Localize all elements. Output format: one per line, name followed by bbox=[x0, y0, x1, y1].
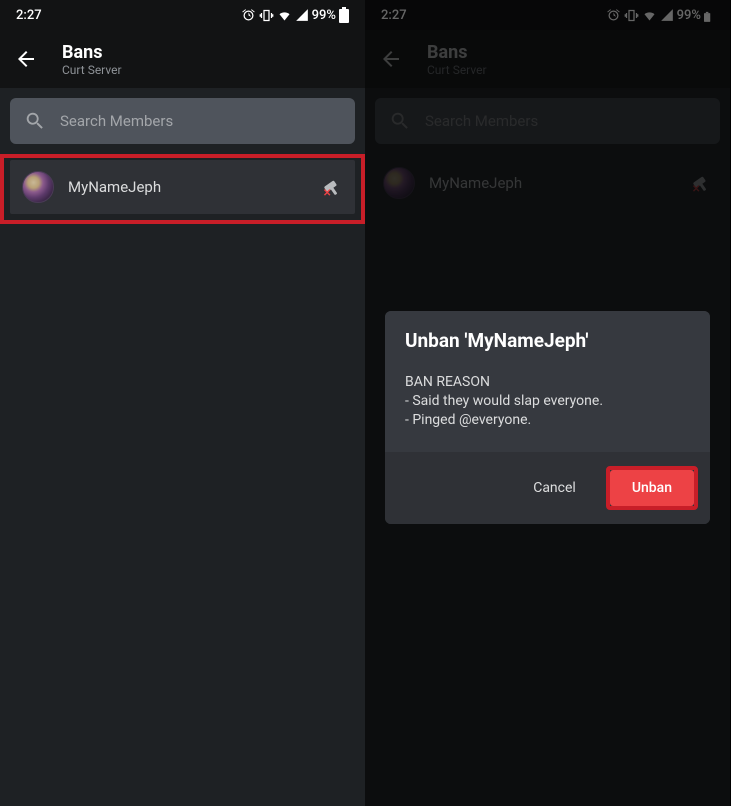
ban-reason-line: - Pinged @everyone. bbox=[405, 411, 690, 430]
modal-body: BAN REASON - Said they would slap everyo… bbox=[385, 370, 710, 452]
phone-left: 2:27 99% Bans Curt Server Search Members… bbox=[0, 0, 365, 806]
ban-hammer-icon[interactable]: ✕ bbox=[319, 175, 343, 199]
banned-member-row[interactable]: MyNameJeph ✕ bbox=[10, 160, 355, 214]
battery-icon bbox=[339, 7, 349, 23]
cancel-button[interactable]: Cancel bbox=[519, 470, 590, 506]
unban-button-highlight: Unban bbox=[606, 466, 698, 510]
alarm-icon bbox=[241, 8, 256, 23]
search-icon bbox=[24, 110, 46, 132]
modal-header: Unban 'MyNameJeph' bbox=[385, 311, 710, 370]
page-subtitle: Curt Server bbox=[62, 63, 122, 77]
modal-footer: Cancel Unban bbox=[385, 452, 710, 524]
status-indicators: 99% bbox=[241, 7, 349, 23]
member-name: MyNameJeph bbox=[68, 178, 305, 196]
battery-pct: 99% bbox=[312, 8, 336, 23]
phone-right: 2:27 99% Bans Curt Server Search Members bbox=[365, 0, 730, 806]
search-placeholder: Search Members bbox=[60, 112, 173, 130]
avatar bbox=[22, 171, 54, 203]
signal-icon bbox=[295, 8, 309, 22]
ban-reason-label: BAN REASON bbox=[405, 374, 690, 390]
unban-modal: Unban 'MyNameJeph' BAN REASON - Said the… bbox=[385, 311, 710, 524]
unban-button[interactable]: Unban bbox=[610, 470, 694, 506]
back-arrow-icon[interactable] bbox=[14, 47, 38, 71]
header-text: Bans Curt Server bbox=[62, 42, 122, 77]
wifi-icon bbox=[277, 8, 292, 23]
svg-text:✕: ✕ bbox=[323, 188, 331, 199]
vibrate-icon bbox=[259, 8, 274, 23]
page-header: Bans Curt Server bbox=[0, 30, 365, 88]
search-wrapper: Search Members bbox=[0, 88, 365, 154]
status-bar: 2:27 99% bbox=[0, 0, 365, 30]
page-title: Bans bbox=[62, 42, 122, 63]
search-input[interactable]: Search Members bbox=[10, 98, 355, 144]
status-time: 2:27 bbox=[16, 8, 42, 23]
modal-title: Unban 'MyNameJeph' bbox=[405, 329, 588, 352]
ban-reason-line: - Said they would slap everyone. bbox=[405, 392, 690, 411]
member-row-highlight: MyNameJeph ✕ bbox=[0, 154, 365, 224]
